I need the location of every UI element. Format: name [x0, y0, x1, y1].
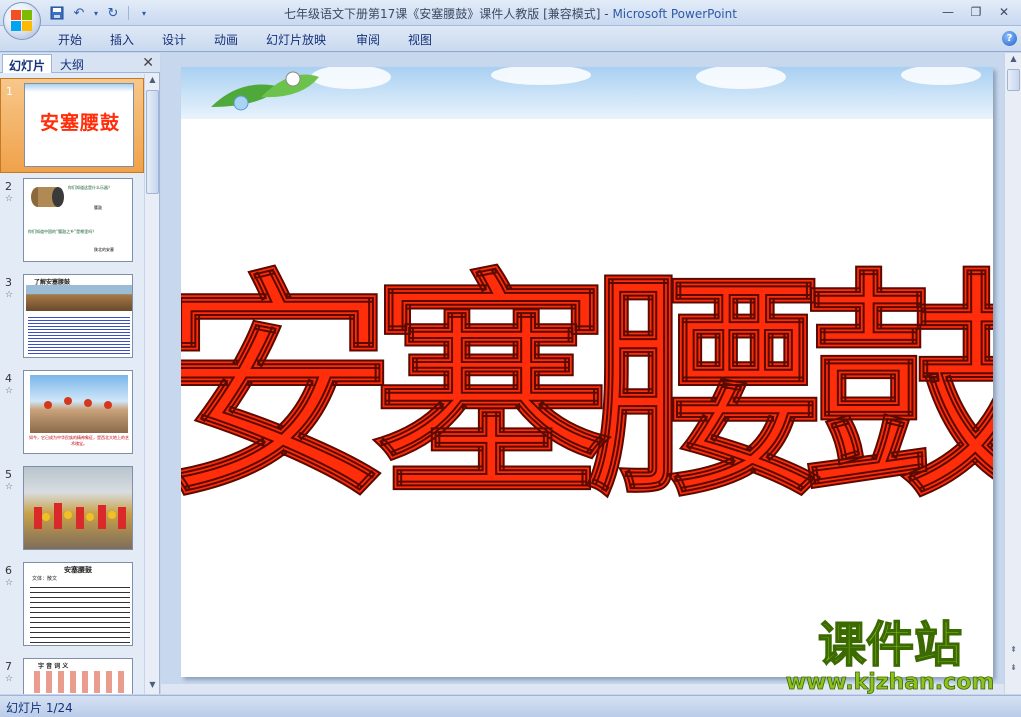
slides-panel: 幻灯片 大纲 ✕ 1 安塞腰鼓 2 ☆ 你们知道这是什么乐器？ 腰鼓 你们知道中…	[0, 53, 160, 694]
scroll-up-icon[interactable]: ▲	[146, 75, 159, 88]
thumb-body-text	[28, 671, 130, 693]
slide-thumbnail-5[interactable]: 5 ☆	[0, 462, 144, 557]
thumb-sky	[25, 84, 133, 92]
thumb-subheading: 文体：散文	[32, 576, 58, 582]
tab-home[interactable]: 开始	[58, 31, 110, 48]
thumb-a2: 陕北的安塞	[94, 247, 114, 252]
slide-title[interactable]: 安塞腰鼓	[181, 217, 993, 530]
office-button[interactable]	[3, 2, 41, 40]
app-name: Microsoft PowerPoint	[612, 7, 737, 21]
thumbnail-preview	[23, 466, 133, 550]
slide-title-text: 安塞腰鼓	[181, 247, 993, 517]
slide-thumbnail-7[interactable]: 7 ☆ 字 音 词 义	[0, 654, 144, 694]
tab-slides[interactable]: 幻灯片	[2, 54, 53, 73]
dancers-image	[30, 375, 128, 433]
document-title: 七年级语文下册第17课《安塞腰鼓》课件人教版 [兼容模式]	[284, 7, 601, 21]
slide-thumbnail-2[interactable]: 2 ☆ 你们知道这是什么乐器？ 腰鼓 你们知道中国的“腰鼓之乡”是哪里吗？ 陕北…	[0, 174, 144, 269]
tab-slideshow[interactable]: 幻灯片放映	[266, 31, 356, 48]
help-icon[interactable]: ?	[1002, 31, 1017, 46]
panel-tabs: 幻灯片 大纲 ✕	[0, 53, 160, 73]
animation-star-icon: ☆	[5, 386, 14, 396]
thumb-caption: 如今，它已成为中华民族的精神象征，是西北大地上的艺术瑰宝。	[29, 435, 129, 446]
watermark-cn: 课件站	[818, 617, 962, 673]
thumb-body-text	[28, 315, 130, 355]
landscape-image	[26, 285, 132, 311]
slide-number: 7	[5, 660, 12, 673]
thumb-body-text	[30, 583, 130, 643]
slide-scrollbar[interactable]: ▲ ⇞ ⇟	[1004, 53, 1021, 694]
slide-number: 5	[5, 468, 12, 481]
title-separator: -	[600, 7, 613, 21]
tab-review[interactable]: 审阅	[356, 31, 408, 48]
slide-thumbnail-3[interactable]: 3 ☆ 了解安塞腰鼓	[0, 270, 144, 365]
restore-icon[interactable]: ❐	[963, 3, 989, 21]
scrollbar-thumb[interactable]	[146, 90, 159, 194]
office-logo-icon	[11, 10, 33, 32]
slide-editor: 安塞腰鼓	[161, 53, 1004, 694]
slide-counter: 幻灯片 1/24	[6, 701, 73, 715]
slide-thumbnail-6[interactable]: 6 ☆ 安塞腰鼓 文体：散文	[0, 558, 144, 653]
animation-star-icon: ☆	[5, 674, 14, 684]
thumb-q1: 你们知道这是什么乐器？	[68, 185, 112, 190]
drum-image	[28, 183, 66, 211]
animation-star-icon: ☆	[5, 290, 14, 300]
thumbnail-preview: 了解安塞腰鼓	[23, 274, 133, 358]
title-bar: ↶ ▾ ↻ ▾ 七年级语文下册第17课《安塞腰鼓》课件人教版 [兼容模式] - …	[0, 0, 1021, 26]
tab-animations[interactable]: 动画	[214, 31, 266, 48]
close-icon[interactable]: ✕	[991, 3, 1017, 21]
scroll-down-icon[interactable]: ▼	[146, 680, 159, 693]
thumb-heading: 字 音 词 义	[38, 663, 69, 670]
ribbon: 开始 插入 设计 动画 幻灯片放映 审阅 视图 ?	[0, 26, 1021, 52]
slide-thumbnail-1[interactable]: 1 安塞腰鼓	[0, 78, 144, 173]
ribbon-tabs: 开始 插入 设计 动画 幻灯片放映 审阅 视图	[58, 31, 460, 48]
leaf-decoration	[201, 67, 321, 119]
animation-star-icon: ☆	[5, 194, 14, 204]
slide-number: 2	[5, 180, 12, 193]
scroll-up-icon[interactable]: ▲	[1007, 54, 1020, 67]
slide-number: 3	[5, 276, 12, 289]
thumbnail-preview: 安塞腰鼓	[24, 83, 134, 167]
thumb-heading: 安塞腰鼓	[64, 566, 92, 574]
tab-view[interactable]: 视图	[408, 31, 460, 48]
watermark: 课件站 www.kjzhan.com	[770, 615, 1010, 695]
slide-number: 6	[5, 564, 12, 577]
performance-image	[24, 467, 132, 549]
window-title: 七年级语文下册第17课《安塞腰鼓》课件人教版 [兼容模式] - Microsof…	[0, 5, 1021, 22]
status-bar: 幻灯片 1/24	[0, 695, 1021, 717]
scrollbar-thumb[interactable]	[1007, 69, 1020, 91]
thumb-q2: 你们知道中国的“腰鼓之乡”是哪里吗？	[28, 229, 97, 234]
thumbnail-preview: 字 音 词 义	[23, 658, 133, 694]
thumbnail-preview: 如今，它已成为中华民族的精神象征，是西北大地上的艺术瑰宝。	[23, 370, 133, 454]
minimize-icon[interactable]: —	[935, 3, 961, 21]
thumbnail-list: 1 安塞腰鼓 2 ☆ 你们知道这是什么乐器？ 腰鼓 你们知道中国的“腰鼓之乡”是…	[0, 74, 144, 694]
tab-outline[interactable]: 大纲	[54, 54, 90, 73]
slide-number: 4	[5, 372, 12, 385]
window-controls: — ❐ ✕	[935, 3, 1017, 21]
animation-star-icon: ☆	[5, 482, 14, 492]
close-panel-icon[interactable]: ✕	[142, 55, 154, 71]
thumbnail-scrollbar[interactable]: ▲ ▼	[144, 74, 159, 694]
thumb-a1: 腰鼓	[94, 205, 102, 210]
tab-insert[interactable]: 插入	[110, 31, 162, 48]
thumbnail-preview: 你们知道这是什么乐器？ 腰鼓 你们知道中国的“腰鼓之乡”是哪里吗？ 陕北的安塞	[23, 178, 133, 262]
watermark-url: www.kjzhan.com	[786, 670, 995, 695]
current-slide[interactable]: 安塞腰鼓	[181, 67, 993, 677]
thumbnail-preview: 安塞腰鼓 文体：散文	[23, 562, 133, 646]
slide-thumbnail-4[interactable]: 4 ☆ 如今，它已成为中华民族的精神象征，是西北大地上的艺术瑰宝。	[0, 366, 144, 461]
animation-star-icon: ☆	[5, 578, 14, 588]
thumb-title: 安塞腰鼓	[39, 112, 120, 134]
tab-design[interactable]: 设计	[162, 31, 214, 48]
slide-number: 1	[6, 85, 13, 98]
